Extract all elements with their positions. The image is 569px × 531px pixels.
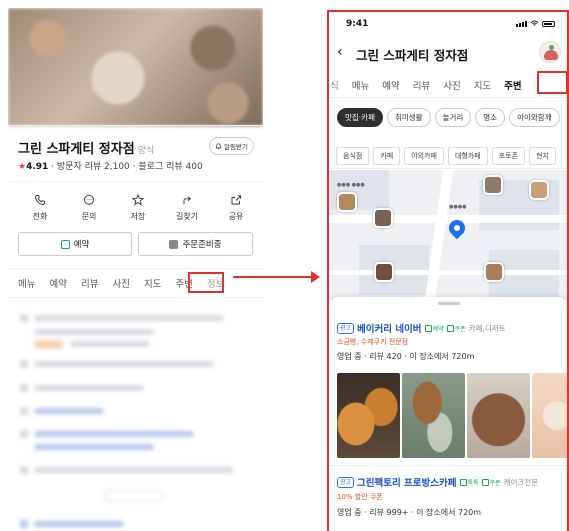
place-category: 카페,디저트 (468, 323, 506, 333)
order-icon (169, 239, 179, 249)
status-time: 9:41 (346, 19, 369, 29)
sub-category-tabs: 음식점 카페 야외카페 대형카페 포토존 현지 (329, 143, 567, 169)
tab-menu[interactable]: 메뉴 (8, 276, 42, 290)
promo-text: 10% 할인 쿠폰 (337, 493, 383, 501)
coupon-badge: 쿠폰 (481, 478, 501, 487)
alarm-button[interactable]: 알림받기 (209, 137, 254, 155)
ad-badge: 광고 (337, 476, 355, 488)
blog-review-count[interactable]: · 블로그 리뷰 400 (133, 162, 203, 172)
avatar[interactable] (539, 41, 561, 63)
place-info: 영업 중 · 리뷰 999+ · 이 장소에서 720m (337, 508, 482, 517)
tab-photo[interactable]: 사진 (437, 78, 467, 92)
inquiry-button[interactable]: 문의 (67, 194, 111, 222)
highlight-box-nearby-tab (188, 272, 224, 293)
page-title: 그린 스파게티 정자점 (356, 48, 469, 63)
sheet-handle[interactable] (438, 302, 460, 305)
tab-review[interactable]: 리뷰 (74, 276, 105, 290)
calendar-icon (424, 324, 432, 332)
directions-button[interactable]: 길찾기 (165, 194, 209, 222)
chip-hobby[interactable]: 취미생활 (386, 108, 431, 127)
calendar-icon (60, 239, 70, 249)
arrow-head-icon (311, 271, 320, 283)
place-category: 양식 (137, 146, 155, 156)
subtab-outdoor-cafe[interactable]: 야외카페 (404, 146, 444, 165)
subtab-large-cafe[interactable]: 대형카페 (447, 146, 488, 165)
tab-review[interactable]: 리뷰 (406, 78, 436, 92)
place-info: 영업 중 · 리뷰 420 · 이 장소에서 720m (337, 352, 475, 361)
subtab-local[interactable]: 현지 (529, 146, 556, 165)
place-tabs: 메뉴 예약 리뷰 사진 지도 주변 정보 (8, 268, 263, 298)
tab-reservation[interactable]: 예약 (42, 276, 73, 290)
star-icon: ★ (18, 162, 27, 172)
place-detail-panel: 그린 스파게티 정자점 양식 알림받기 ★4.91 · 방문자 리뷰 2,100 … (8, 8, 263, 531)
photo-thumbnail[interactable] (402, 373, 465, 458)
wifi-icon (530, 20, 539, 26)
subtab-cafe[interactable]: 카페 (373, 146, 401, 165)
signal-icon (516, 20, 527, 27)
tab-photo[interactable]: 사진 (105, 276, 136, 290)
directions-icon (183, 196, 191, 205)
save-button[interactable]: 저장 (116, 194, 160, 222)
photo-thumbnail[interactable] (532, 373, 567, 458)
tab-map[interactable]: 지도 (137, 276, 168, 290)
coupon-badge: 쿠폰 (446, 324, 466, 333)
place-tabs-mobile: 식 메뉴 예약 리뷰 사진 지도 주변 (329, 72, 567, 98)
battery-icon (542, 20, 555, 27)
phone-icon (35, 195, 45, 205)
tab-reservation[interactable]: 예약 (376, 78, 406, 92)
list-item[interactable]: 광고 그린팩토리 프로방스카페 톡톡 쿠폰 케이크전문 (337, 475, 538, 489)
tab-partial[interactable]: 식 (329, 78, 345, 92)
tab-menu[interactable]: 메뉴 (345, 78, 375, 92)
blurred-info-content (8, 300, 263, 531)
photo-strip[interactable] (337, 373, 567, 458)
share-icon (231, 195, 241, 205)
status-bar: 9:41 (329, 12, 567, 34)
talktalk-badge: 톡톡 (459, 478, 479, 487)
screenshot-stage: 그린 스파게티 정자점 양식 알림받기 ★4.91 · 방문자 리뷰 2,100 … (0, 0, 569, 531)
highlight-box-nearby-tab (537, 71, 567, 94)
chat-icon (84, 194, 94, 205)
chip-play[interactable]: 놀거리 (434, 108, 472, 127)
place-category: 케이크전문 (503, 477, 539, 487)
chip-food-cafe[interactable]: 맛집·카페 (337, 108, 383, 127)
category-chips: 맛집·카페 취미생활 놀거리 명소 아이와함께 (337, 108, 560, 127)
order-button[interactable]: 주문준비중 (138, 232, 253, 256)
chip-with-kids[interactable]: 아이와함께 (509, 108, 560, 127)
promo-text: 소금빵, 수제쿠키 전문점 (337, 338, 409, 346)
nearby-map[interactable]: ●●● ●●● ●●●● (329, 170, 567, 300)
phone-frame: 9:41 ‹ 그린 스파게티 정자점 식 메뉴 예약 리뷰 사진 지도 주변 맛… (327, 10, 569, 531)
results-sheet: 광고 베이커리 네이버 예약 쿠폰 카페,디저트 소금빵, 수제쿠키 전문점 영… (329, 297, 567, 531)
photo-thumbnail[interactable] (337, 373, 400, 458)
rating-summary: ★4.91 · 방문자 리뷰 2,100 · 블로그 리뷰 400 (18, 159, 203, 172)
share-button[interactable]: 공유 (214, 194, 258, 222)
bell-icon (215, 142, 222, 149)
reservation-badge: 예약 (424, 324, 444, 333)
star-outline-icon (132, 194, 144, 206)
list-item[interactable]: 광고 베이커리 네이버 예약 쿠폰 카페,디저트 (337, 321, 506, 335)
chat-icon (459, 478, 467, 486)
back-arrow-icon[interactable]: ‹ (337, 45, 343, 59)
action-bar: 전화 문의 저장 길찾기 공유 (18, 194, 258, 222)
arrow-connector (233, 276, 313, 278)
subtab-restaurant[interactable]: 음식점 (336, 146, 370, 165)
chip-attraction[interactable]: 명소 (475, 108, 506, 127)
place-name[interactable]: 베이커리 네이버 (357, 321, 422, 335)
tab-map[interactable]: 지도 (467, 78, 497, 92)
ad-badge: 광고 (337, 322, 355, 334)
reserve-button[interactable]: 예약 (18, 232, 132, 256)
visitor-review-count[interactable]: · 방문자 리뷰 2,100 (51, 162, 130, 172)
tab-nearby[interactable]: 주변 (498, 78, 528, 92)
call-button[interactable]: 전화 (18, 194, 62, 222)
subtab-photo-zone[interactable]: 포토존 (491, 146, 526, 165)
rating-value: 4.91 (26, 162, 49, 172)
place-name[interactable]: 그린팩토리 프로방스카페 (357, 475, 456, 489)
photo-thumbnail[interactable] (467, 373, 530, 458)
place-title: 그린 스파게티 정자점 양식 (18, 142, 155, 157)
coupon-icon (481, 478, 489, 486)
coupon-icon (446, 324, 454, 332)
